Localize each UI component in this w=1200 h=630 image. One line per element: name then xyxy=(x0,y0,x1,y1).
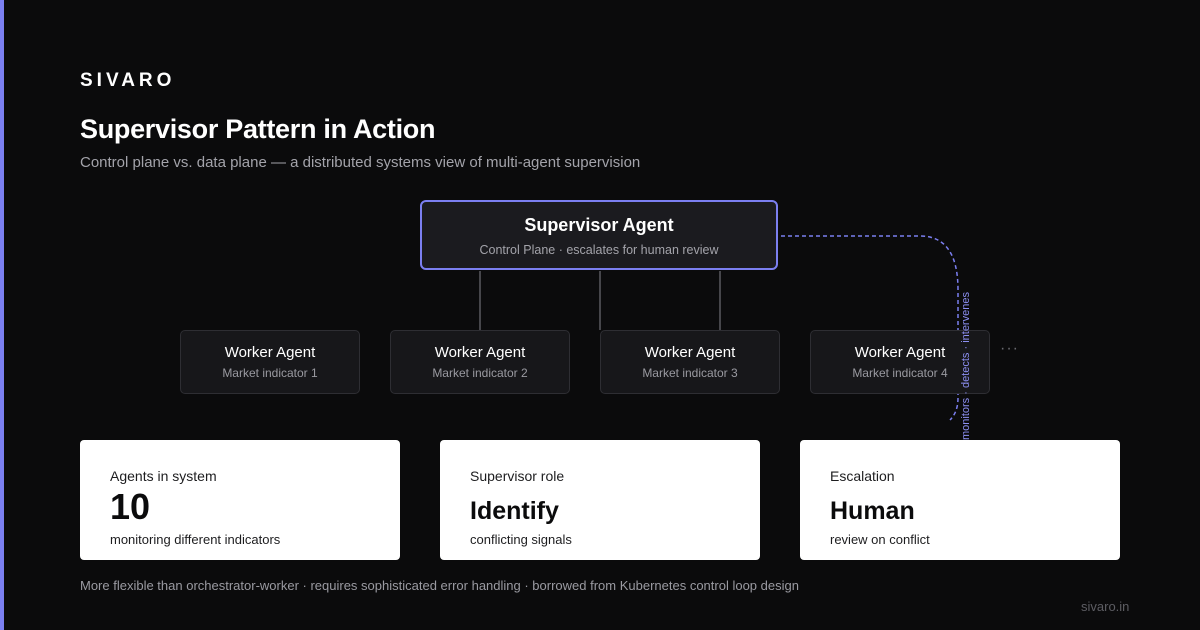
footnote: More flexible than orchestrator-worker ·… xyxy=(80,578,799,593)
worker-agent-node-2: Worker Agent Market indicator 2 xyxy=(390,330,570,394)
supervisor-title: Supervisor Agent xyxy=(524,215,674,235)
stat-card-supervisor-role: Supervisor role Identify conflicting sig… xyxy=(440,440,760,560)
supervisor-subtitle: Control Plane · escalates for human revi… xyxy=(479,243,719,257)
supervisor-agent-node: Supervisor Agent Control Plane · escalat… xyxy=(420,200,778,270)
page: SIVARO Supervisor Pattern in Action Cont… xyxy=(0,0,1200,630)
worker-agent-node-3: Worker Agent Market indicator 3 xyxy=(600,330,780,394)
stat-value: 10 xyxy=(110,486,151,527)
stat-value: Human xyxy=(830,497,915,525)
brand-logo: SIVARO xyxy=(80,70,176,91)
stat-description: monitoring different indicators xyxy=(110,532,281,547)
stat-description: conflicting signals xyxy=(470,532,572,547)
stat-card-escalation: Escalation Human review on conflict xyxy=(800,440,1120,560)
stat-value: Identify xyxy=(470,497,559,525)
stat-label: Agents in system xyxy=(110,468,217,484)
more-workers-ellipsis: ··· xyxy=(1000,340,1019,357)
worker-title: Worker Agent xyxy=(434,344,526,361)
stat-label: Escalation xyxy=(830,468,895,484)
worker-agent-node-1: Worker Agent Market indicator 1 xyxy=(180,330,360,394)
control-loop-label: monitors · detects · intervenes xyxy=(960,292,972,440)
stat-description: review on conflict xyxy=(830,532,930,547)
worker-subtitle: Market indicator 1 xyxy=(222,366,318,380)
worker-subtitle: Market indicator 2 xyxy=(432,366,528,380)
worker-title: Worker Agent xyxy=(224,344,316,361)
accent-bar xyxy=(0,0,4,630)
site-url: sivaro.in xyxy=(1081,599,1130,614)
page-subtitle: Control plane vs. data plane — a distrib… xyxy=(80,154,641,171)
worker-subtitle: Market indicator 3 xyxy=(642,366,738,380)
page-title: Supervisor Pattern in Action xyxy=(80,114,436,144)
stat-card-agents: Agents in system 10 monitoring different… xyxy=(80,440,400,560)
worker-title: Worker Agent xyxy=(644,344,736,361)
stat-label: Supervisor role xyxy=(470,468,565,484)
